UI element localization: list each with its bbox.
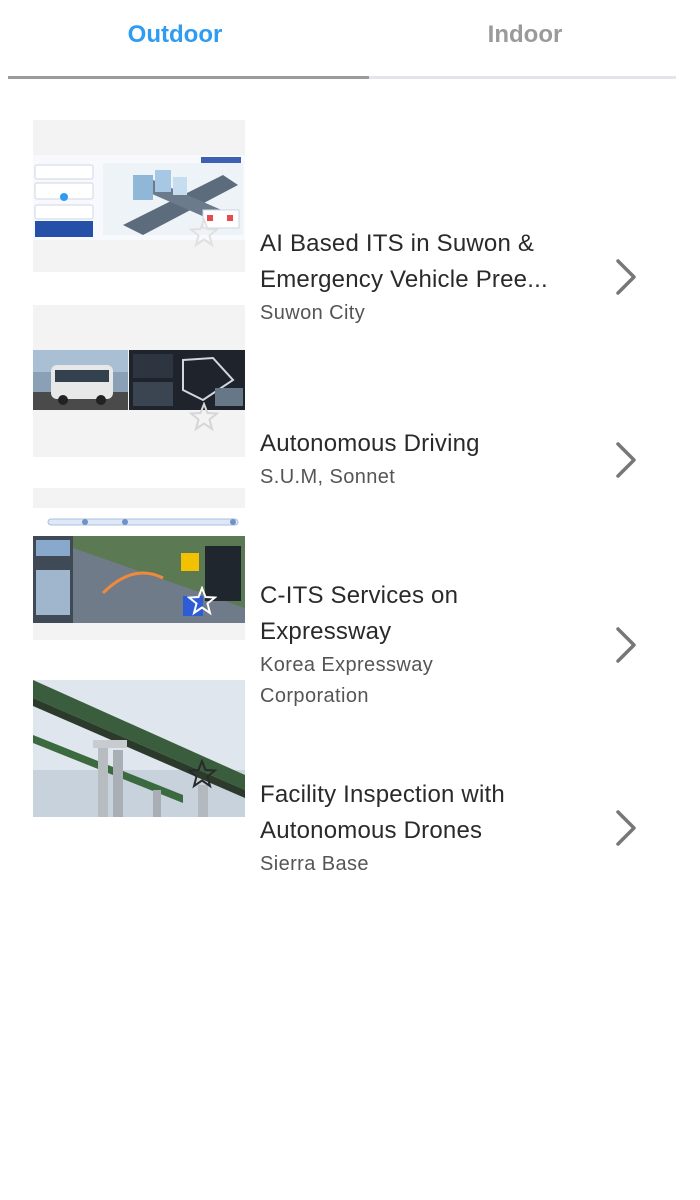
item-title-line2: Emergency Vehicle Pree... [260, 266, 548, 293]
star-outline-icon[interactable] [189, 218, 219, 248]
list-item[interactable]: Facility Inspection with Autonomous Dron… [0, 672, 700, 875]
chevron-right-icon [616, 810, 636, 846]
item-subtitle: Sierra Base [260, 853, 369, 875]
list-item[interactable]: Autonomous Driving S.U.M, Sonnet [0, 305, 700, 488]
item-text: Facility Inspection with Autonomous Dron… [260, 777, 600, 880]
tab-indoor-label: Indoor [487, 21, 563, 48]
chevron-right-icon [616, 442, 636, 478]
active-tab-indicator [8, 76, 369, 79]
tab-bar: Outdoor Indoor [0, 0, 700, 80]
item-text: Autonomous Driving S.U.M, Sonnet [260, 426, 600, 493]
item-thumbnail [33, 305, 245, 457]
autonomous-bus-thumbnail [33, 350, 245, 410]
chevron-right-icon [616, 259, 636, 295]
star-outline-icon[interactable] [187, 759, 217, 789]
star-outline-icon[interactable] [189, 402, 219, 432]
item-title-line1: Autonomous Driving [260, 430, 480, 457]
bridge-photo-thumbnail [33, 680, 245, 817]
item-thumbnail [33, 120, 245, 272]
item-title-line1: C-ITS Services on [260, 582, 459, 609]
tab-indoor[interactable]: Indoor [350, 0, 700, 70]
list-item[interactable]: AI Based ITS in Suwon & Emergency Vehicl… [0, 120, 700, 324]
list-item[interactable]: C-ITS Services on Expressway Korea Expre… [0, 488, 700, 707]
item-title-line1: Facility Inspection with [260, 781, 505, 808]
tab-underline [8, 76, 676, 79]
item-title-line1: AI Based ITS in Suwon & [260, 230, 535, 257]
item-title-line2: Autonomous Drones [260, 817, 483, 844]
tab-outdoor-label: Outdoor [127, 21, 223, 48]
item-thumbnail [33, 672, 245, 824]
item-thumbnail [33, 488, 245, 640]
chevron-right-icon [616, 627, 636, 663]
item-title-line2: Expressway [260, 618, 392, 645]
tab-outdoor[interactable]: Outdoor [0, 0, 350, 70]
star-outline-icon[interactable] [187, 586, 217, 616]
